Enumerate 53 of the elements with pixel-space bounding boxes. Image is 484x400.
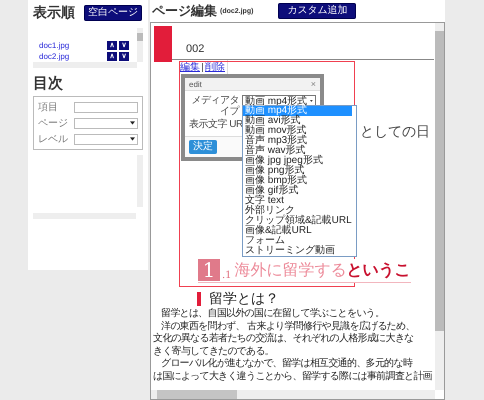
text-line: は国によって大きく違うことから、留学する際には事前調査と計画 xyxy=(153,370,432,383)
large-heading: としての日 xyxy=(360,123,430,141)
dropdown-option[interactable]: 画像 gif形式 xyxy=(243,186,352,196)
dropdown-option[interactable]: 画像 png形式 xyxy=(243,166,352,176)
dropdown-option[interactable]: 動画 mov形式 xyxy=(243,126,352,136)
section-subnumber: .1 xyxy=(222,270,232,281)
text-line: 留学とは、自国以外の国に在留して学ぶことをいう。 xyxy=(160,308,386,320)
heading: 留学とは？ xyxy=(209,290,279,308)
block-link[interactable]: 編集 xyxy=(180,62,200,73)
custom-add-button[interactable]: カスタム追加 xyxy=(278,3,356,19)
field-label: メディアタイプ xyxy=(190,95,239,117)
select-field[interactable] xyxy=(74,118,138,128)
editor-title: ページ編集 xyxy=(152,2,217,20)
dropdown-option[interactable]: 音声 mp3形式 xyxy=(243,136,352,146)
dropdown-option[interactable]: 外部リンク xyxy=(243,206,352,216)
text-line: きく寄与してきたのである。 xyxy=(153,346,275,358)
file-link[interactable]: doc1.jpg xyxy=(39,41,105,50)
input-field[interactable] xyxy=(74,102,138,112)
dropdown-option[interactable]: 動画 avi形式 xyxy=(243,116,352,126)
text-line: 文化の異なる若者たちの交流は、それぞれの人格形成に大きな xyxy=(153,333,414,346)
section-number: 1 xyxy=(198,259,220,281)
caret-icon xyxy=(130,137,135,141)
block-link[interactable]: 削除 xyxy=(205,62,225,73)
dropdown-option[interactable]: 画像 bmp形式 xyxy=(243,176,352,186)
dropdown-option[interactable]: 文字 text xyxy=(243,196,352,206)
dropdown-option[interactable]: 音声 wav形式 xyxy=(243,146,352,156)
section-title: 海外に留学する xyxy=(234,260,347,281)
field-label: ページ xyxy=(38,117,68,130)
page-number: 002 xyxy=(186,43,204,55)
dropdown-option[interactable]: ストリーミング動画 xyxy=(243,246,352,256)
field-label: 項目 xyxy=(38,101,58,114)
dropdown-option[interactable]: 画像&記載URL xyxy=(243,226,352,236)
scrollbar[interactable] xyxy=(137,28,143,62)
file-link[interactable]: doc2.jpg xyxy=(39,52,105,61)
dropdown-option[interactable]: 画像 jpg jpeg形式 xyxy=(243,156,352,166)
scrollbar[interactable] xyxy=(151,390,435,399)
text-line: グローバル化が進むなかで、留学は相互交通的、多元的な時 xyxy=(160,358,414,370)
order-title: 表示順 xyxy=(33,4,75,22)
section-title: というこ xyxy=(346,260,411,281)
accent-block xyxy=(154,26,172,62)
dropdown-option[interactable]: フォーム xyxy=(243,236,352,246)
caret-icon xyxy=(130,121,135,125)
text-line: 洋の東西を問わず、 古来より学問修行や見識を広げるため、 xyxy=(160,320,416,332)
dialog-title: edit xyxy=(189,80,202,88)
blank-page-button[interactable]: 空白ページ xyxy=(84,5,142,21)
caret-icon xyxy=(310,99,313,103)
select-field[interactable] xyxy=(74,134,138,144)
field-label: レベル xyxy=(38,133,68,146)
scrollbar[interactable] xyxy=(33,62,137,68)
toc-title: 目次 xyxy=(33,74,64,93)
heading-bar xyxy=(197,292,201,306)
dropdown-option[interactable]: クリップ領域&記載URL xyxy=(243,216,352,226)
scrollbar[interactable] xyxy=(435,23,444,390)
